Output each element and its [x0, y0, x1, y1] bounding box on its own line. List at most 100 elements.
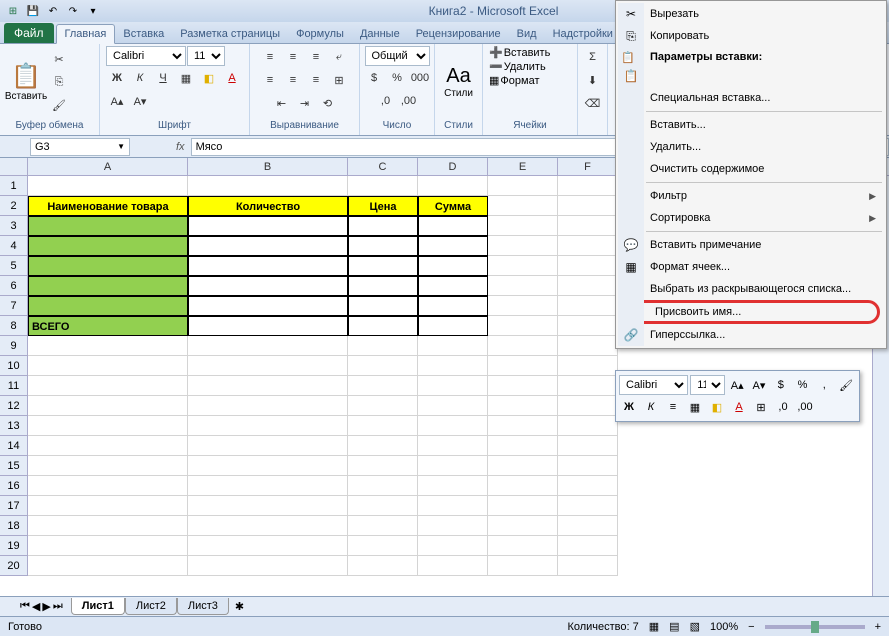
- view-pagebreak-icon[interactable]: ▧: [690, 620, 700, 633]
- align-bottom-icon[interactable]: ≡: [305, 46, 327, 68]
- align-right-icon[interactable]: ≡: [305, 69, 327, 91]
- zoom-in-icon[interactable]: +: [875, 621, 881, 633]
- cell[interactable]: [488, 436, 558, 456]
- tab-page-layout[interactable]: Разметка страницы: [172, 25, 288, 43]
- row-header[interactable]: 2: [0, 196, 28, 216]
- cm-paste-option-1[interactable]: 📋: [618, 65, 884, 87]
- cell[interactable]: [348, 176, 418, 196]
- font-size-select[interactable]: 11: [187, 46, 225, 66]
- number-format-select[interactable]: Общий: [365, 46, 430, 66]
- cell[interactable]: [488, 396, 558, 416]
- cell[interactable]: [558, 436, 618, 456]
- underline-button[interactable]: Ч: [152, 67, 174, 89]
- cm-paste-special[interactable]: Специальная вставка...: [618, 87, 884, 109]
- cell[interactable]: [418, 456, 488, 476]
- autosum-icon[interactable]: Σ: [582, 46, 604, 68]
- paste-button[interactable]: 📋 Вставить: [6, 52, 46, 112]
- row-header[interactable]: 1: [0, 176, 28, 196]
- mini-currency-icon[interactable]: $: [771, 375, 791, 395]
- cell[interactable]: [188, 276, 348, 296]
- cell[interactable]: [188, 316, 348, 336]
- styles-button[interactable]: Aa Стили: [441, 52, 476, 112]
- increase-indent-icon[interactable]: ⇥: [294, 92, 316, 114]
- sheet-tab-1[interactable]: Лист1: [71, 598, 125, 615]
- cell[interactable]: [188, 176, 348, 196]
- row-header[interactable]: 15: [0, 456, 28, 476]
- cell[interactable]: Количество: [188, 196, 348, 216]
- shrink-font-icon[interactable]: A▾: [129, 90, 151, 112]
- align-center-icon[interactable]: ≡: [282, 69, 304, 91]
- cm-format-cells[interactable]: ▦Формат ячеек...: [618, 256, 884, 278]
- fill-icon[interactable]: ⬇: [582, 69, 604, 91]
- horizontal-scrollbar[interactable]: [254, 598, 889, 615]
- cell[interactable]: [488, 416, 558, 436]
- cell[interactable]: [28, 356, 188, 376]
- row-header[interactable]: 11: [0, 376, 28, 396]
- cm-delete[interactable]: Удалить...: [618, 136, 884, 158]
- cm-insert[interactable]: Вставить...: [618, 114, 884, 136]
- sheet-nav-first-icon[interactable]: ⏮: [20, 600, 30, 613]
- zoom-level[interactable]: 100%: [710, 621, 738, 633]
- cell[interactable]: [188, 536, 348, 556]
- column-header-F[interactable]: F: [558, 158, 618, 175]
- column-header-D[interactable]: D: [418, 158, 488, 175]
- cell[interactable]: [28, 176, 188, 196]
- cells-insert-button[interactable]: ➕Вставить: [489, 46, 550, 59]
- fx-icon[interactable]: fx: [176, 141, 185, 153]
- cell[interactable]: [188, 416, 348, 436]
- cell[interactable]: [488, 236, 558, 256]
- redo-icon[interactable]: ↷: [64, 2, 82, 20]
- tab-review[interactable]: Рецензирование: [408, 25, 509, 43]
- mini-format-painter-icon[interactable]: 🖌: [836, 375, 856, 395]
- cell[interactable]: [488, 316, 558, 336]
- sheet-tab-3[interactable]: Лист3: [177, 598, 229, 615]
- tab-addins[interactable]: Надстройки: [545, 25, 621, 43]
- merge-icon[interactable]: ⊞: [328, 69, 350, 91]
- cell[interactable]: [558, 296, 618, 316]
- column-header-B[interactable]: B: [188, 158, 348, 175]
- cell[interactable]: [418, 356, 488, 376]
- cell[interactable]: [348, 476, 418, 496]
- increase-decimal-icon[interactable]: ,0: [375, 90, 397, 112]
- row-header[interactable]: 17: [0, 496, 28, 516]
- cell[interactable]: [188, 456, 348, 476]
- tab-formulas[interactable]: Формулы: [288, 25, 352, 43]
- cell[interactable]: [348, 336, 418, 356]
- cell[interactable]: [348, 416, 418, 436]
- row-header[interactable]: 16: [0, 476, 28, 496]
- mini-grow-font-icon[interactable]: A▴: [727, 375, 747, 395]
- mini-border-icon[interactable]: ▦: [685, 397, 705, 417]
- cell[interactable]: [488, 296, 558, 316]
- clear-icon[interactable]: ⌫: [582, 92, 604, 114]
- row-header[interactable]: 6: [0, 276, 28, 296]
- fill-color-icon[interactable]: ◧: [198, 67, 220, 89]
- cell[interactable]: [418, 216, 488, 236]
- save-icon[interactable]: 💾: [24, 2, 42, 20]
- cell[interactable]: [28, 496, 188, 516]
- cell[interactable]: [488, 456, 558, 476]
- mini-comma-icon[interactable]: ,: [814, 375, 834, 395]
- cell[interactable]: [348, 316, 418, 336]
- cell[interactable]: [348, 256, 418, 276]
- cell[interactable]: [558, 536, 618, 556]
- font-name-select[interactable]: Calibri: [106, 46, 186, 66]
- cell[interactable]: [348, 436, 418, 456]
- cell[interactable]: [418, 476, 488, 496]
- cell[interactable]: [348, 456, 418, 476]
- column-header-C[interactable]: C: [348, 158, 418, 175]
- mini-size-select[interactable]: 11: [690, 375, 725, 395]
- wrap-text-icon[interactable]: ⤶: [328, 46, 350, 68]
- cell[interactable]: [488, 196, 558, 216]
- cell[interactable]: [28, 376, 188, 396]
- mini-bold-button[interactable]: Ж: [619, 397, 639, 417]
- cell[interactable]: [348, 496, 418, 516]
- cell[interactable]: [188, 256, 348, 276]
- row-header[interactable]: 10: [0, 356, 28, 376]
- select-all-corner[interactable]: [0, 158, 28, 175]
- cut-icon[interactable]: ✂: [48, 48, 70, 70]
- mini-fill-icon[interactable]: ◧: [707, 397, 727, 417]
- cell[interactable]: [558, 456, 618, 476]
- cell[interactable]: [558, 476, 618, 496]
- cell[interactable]: [488, 376, 558, 396]
- cell[interactable]: [488, 336, 558, 356]
